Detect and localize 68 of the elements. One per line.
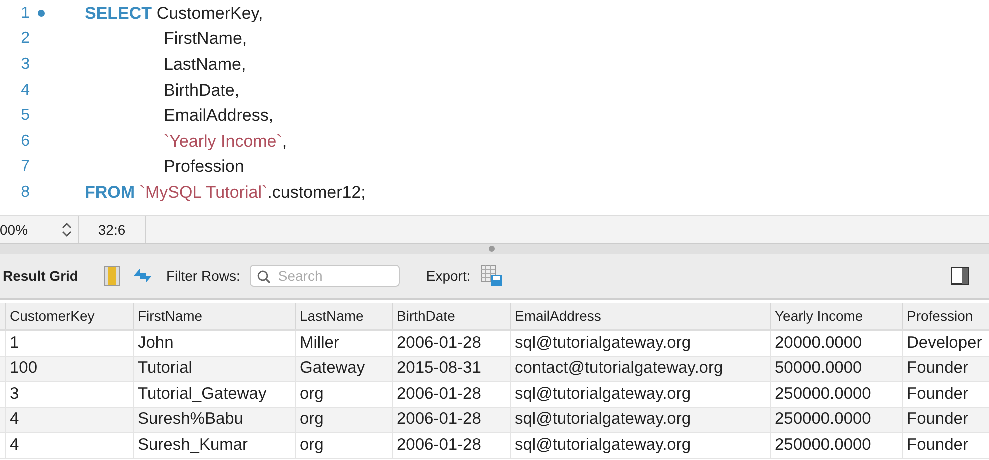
table-cell: Founder: [902, 433, 989, 458]
column-header[interactable]: CustomerKey: [5, 303, 133, 329]
table-cell: Founder: [902, 356, 989, 381]
table-cell: sql@tutorialgateway.org: [510, 331, 770, 356]
table-cell: sql@tutorialgateway.org: [510, 408, 770, 432]
code-line: `Yearly Income`,: [163, 132, 288, 152]
table-cell: sql@tutorialgateway.org: [510, 382, 770, 406]
table-cell: org: [295, 382, 392, 406]
table-cell: Tutorial: [133, 356, 295, 381]
column-header[interactable]: BirthDate: [392, 303, 510, 329]
code-line: FirstName,: [163, 29, 248, 50]
stepper-icon[interactable]: [62, 222, 72, 238]
table-cell: John: [133, 331, 295, 356]
table-cell: Founder: [902, 382, 989, 406]
splitter-handle[interactable]: [488, 246, 494, 252]
export-grid-icon[interactable]: [480, 265, 503, 287]
table-cell: contact@tutorialgateway.org: [510, 356, 770, 381]
film-strip-icon[interactable]: [104, 266, 120, 286]
table-cell: sql@tutorialgateway.org: [510, 433, 770, 458]
table-cell: 50000.0000: [770, 356, 902, 381]
table-cell: 2015-08-31: [392, 356, 510, 381]
table-cell: 2006-01-28: [392, 408, 510, 432]
panel-toggle-icon[interactable]: [951, 267, 969, 285]
table-cell: org: [295, 433, 392, 458]
table-cell: Suresh%Babu: [133, 408, 295, 432]
column-header[interactable]: LastName: [295, 303, 392, 329]
table-cell: 3: [5, 382, 133, 406]
table-cell: 250000.0000: [770, 433, 902, 458]
column-header[interactable]: EmailAddress: [510, 303, 770, 329]
table-cell: 250000.0000: [770, 382, 902, 406]
table-cell: Founder: [902, 408, 989, 432]
refresh-icon[interactable]: [132, 267, 154, 285]
column-header[interactable]: FirstName: [133, 303, 295, 329]
column-header[interactable]: Yearly Income: [770, 303, 902, 329]
table-cell: Tutorial_Gateway: [133, 382, 295, 406]
table-cell: Developer: [902, 331, 989, 356]
line-number: 8: [20, 184, 30, 202]
line-number: 3: [20, 56, 30, 74]
table-cell: Miller: [295, 331, 392, 356]
line-number: 7: [20, 158, 30, 176]
table-cell: 4: [5, 408, 133, 432]
table-cell: 2006-01-28: [392, 331, 510, 356]
code-line: LastName,: [163, 54, 246, 75]
line-number: 1: [20, 4, 30, 23]
code-line: Profession: [163, 157, 244, 178]
table-cell: 20000.0000: [770, 331, 902, 356]
code-line: SELECT CustomerKey,: [85, 4, 264, 24]
table-cell: 1: [5, 331, 133, 356]
code-line: EmailAddress,: [163, 106, 274, 126]
code-line: BirthDate,: [163, 80, 240, 101]
table-cell: org: [295, 408, 392, 432]
table-cell: 100: [5, 356, 133, 381]
table-cell: Suresh_Kumar: [133, 433, 295, 458]
line-number: 2: [20, 30, 30, 48]
table-cell: 2006-01-28: [392, 382, 510, 406]
search-field[interactable]: Search: [250, 265, 400, 287]
line-number: 6: [20, 132, 30, 151]
filter-rows-label: Filter Rows:: [166, 268, 240, 284]
line-number: 4: [20, 82, 30, 100]
column-header[interactable]: Profession: [902, 303, 989, 329]
code-line: FROM `MySQL Tutorial`.customer12;: [85, 182, 366, 203]
export-label: Export:: [426, 268, 471, 284]
table-cell: Gateway: [295, 356, 392, 381]
table-cell: 4: [5, 433, 133, 458]
result-grid-label: Result Grid: [3, 268, 78, 284]
table-cell: 250000.0000: [770, 408, 902, 432]
table-cell: 2006-01-28: [392, 433, 510, 458]
line-number: 5: [20, 107, 30, 126]
